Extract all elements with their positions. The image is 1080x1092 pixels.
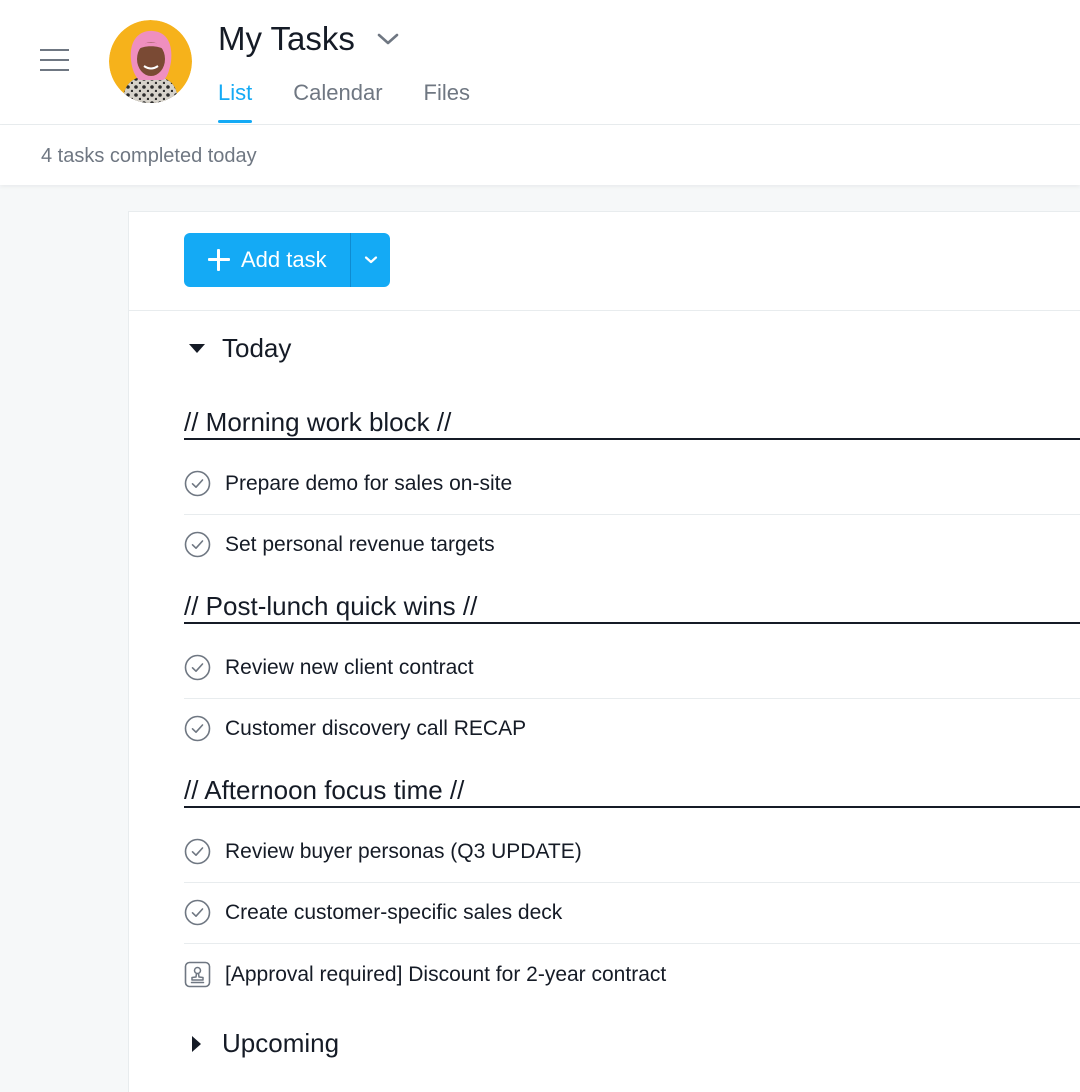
hamburger-menu-icon[interactable]: [40, 47, 70, 73]
caret-down-icon: [189, 343, 205, 353]
task-list-panel: Add task Today // Morning work block // …: [129, 212, 1080, 1092]
task-row[interactable]: Create customer-specific sales deck: [184, 882, 1080, 944]
section-upcoming-header[interactable]: Upcoming: [187, 1028, 339, 1059]
task-row[interactable]: Review buyer personas (Q3 UPDATE): [184, 821, 1080, 883]
add-task-label: Add task: [241, 247, 327, 272]
chevron-down-icon: [364, 256, 377, 264]
task-name[interactable]: Set personal revenue targets: [225, 533, 495, 557]
add-task-dropdown-button[interactable]: [351, 233, 390, 287]
tab-list[interactable]: List: [218, 80, 253, 123]
group-title: // Morning work block //: [184, 407, 452, 437]
task-toolbar: Add task: [129, 212, 1080, 311]
section-title: Upcoming: [222, 1028, 340, 1058]
top-header: My Tasks List Calendar Files: [0, 0, 1080, 125]
caret-right-icon: [192, 1035, 201, 1052]
tab-calendar[interactable]: Calendar: [293, 80, 382, 123]
task-row[interactable]: Prepare demo for sales on-site: [184, 453, 1080, 515]
group-header[interactable]: // Morning work block //: [184, 396, 1080, 440]
task-row[interactable]: Customer discovery call RECAP: [184, 698, 1080, 759]
group-header[interactable]: // Afternoon focus time //: [184, 764, 1080, 808]
task-row[interactable]: [Approval required] Discount for 2-year …: [184, 944, 1080, 1005]
task-name[interactable]: Prepare demo for sales on-site: [225, 472, 512, 496]
section-title: Today: [222, 333, 292, 363]
chevron-down-icon[interactable]: [377, 32, 399, 46]
task-name[interactable]: Customer discovery call RECAP: [225, 717, 526, 741]
completed-count-text: 4 tasks completed today: [41, 145, 257, 167]
status-bar: 4 tasks completed today: [0, 125, 1080, 185]
task-name[interactable]: Create customer-specific sales deck: [225, 901, 562, 925]
section-today-header[interactable]: Today: [187, 333, 291, 364]
approval-stamp-icon[interactable]: [184, 961, 211, 988]
check-circle-icon[interactable]: [184, 838, 211, 865]
view-tabs: List Calendar Files: [218, 80, 511, 123]
group-header[interactable]: // Post-lunch quick wins //: [184, 580, 1080, 624]
page-title: My Tasks: [218, 20, 355, 57]
task-name[interactable]: Review buyer personas (Q3 UPDATE): [225, 840, 582, 864]
group-title: // Afternoon focus time //: [184, 775, 465, 805]
check-circle-icon[interactable]: [184, 715, 211, 742]
check-circle-icon[interactable]: [184, 654, 211, 681]
tab-files[interactable]: Files: [424, 80, 470, 123]
plus-icon: [208, 249, 230, 271]
avatar[interactable]: [109, 20, 192, 103]
add-task-button-group: Add task: [184, 233, 390, 287]
task-row[interactable]: Review new client contract: [184, 637, 1080, 699]
task-row[interactable]: Set personal revenue targets: [184, 514, 1080, 575]
check-circle-icon[interactable]: [184, 899, 211, 926]
task-name[interactable]: [Approval required] Discount for 2-year …: [225, 963, 666, 987]
check-circle-icon[interactable]: [184, 531, 211, 558]
group-title: // Post-lunch quick wins //: [184, 591, 478, 621]
add-task-button[interactable]: Add task: [184, 233, 351, 287]
check-circle-icon[interactable]: [184, 470, 211, 497]
task-name[interactable]: Review new client contract: [225, 656, 474, 680]
